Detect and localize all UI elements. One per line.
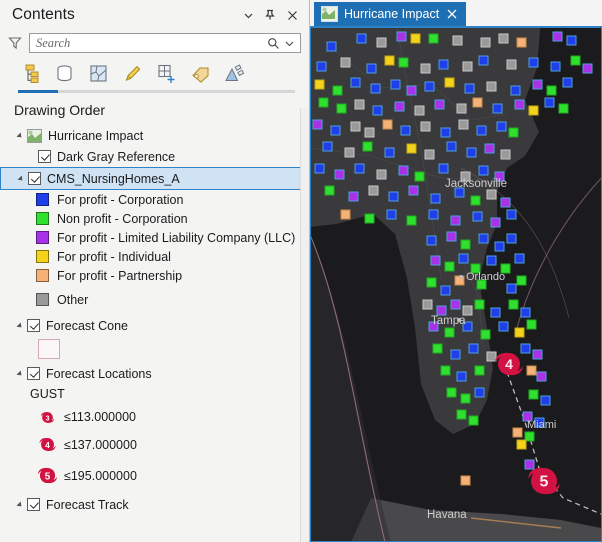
legend-swatch	[36, 293, 49, 306]
city-dot-orlando	[459, 275, 463, 279]
list-by-drawing-order-button[interactable]	[18, 61, 42, 85]
map-node-label: Hurricane Impact	[48, 128, 144, 143]
layer-row-forecast-cone[interactable]: Forecast Cone	[0, 315, 309, 336]
layer-checkbox-forecast-track[interactable]	[27, 498, 40, 511]
city-label-orlando: Orlando	[466, 271, 505, 283]
svg-text:4: 4	[505, 356, 513, 372]
layer-checkbox-forecast-cone[interactable]	[27, 319, 40, 332]
legend-item: Other	[0, 290, 309, 309]
map-thumbnail-icon	[321, 6, 338, 22]
tab-hurricane-impact[interactable]: Hurricane Impact	[314, 2, 467, 26]
panel-title: Contents	[12, 6, 75, 23]
layer-row-dark-gray-reference[interactable]: Dark Gray Reference	[0, 146, 309, 167]
filter-icon[interactable]	[6, 34, 24, 52]
layer-tree: Drawing Order Hurricane Impact Dark Gray…	[0, 93, 309, 542]
contents-toolbar	[0, 56, 309, 90]
hurricane-symbol-3: 3	[30, 408, 64, 427]
class-break-row: 5 ≤195.000000	[0, 459, 309, 492]
map-view-container: Hurricane Impact 4 5 Jacksonville Orland…	[310, 0, 602, 542]
symbology-field-label: GUST	[30, 387, 65, 401]
search-box[interactable]	[29, 33, 301, 53]
map-graphics: 4 5 Jacksonville Orlando Tampa Miami Hav…	[311, 28, 601, 541]
expand-arrow-icon[interactable]	[14, 130, 25, 141]
city-label-tampa: Tampa	[431, 315, 466, 327]
list-by-charts-button[interactable]	[222, 61, 246, 85]
layer-row-cms-nursinghomes[interactable]: CMS_NursingHomes_A	[0, 167, 303, 190]
legend-label: Other	[57, 292, 89, 307]
layer-checkbox-dark-gray-reference[interactable]	[38, 150, 51, 163]
legend-label: For profit - Corporation	[57, 192, 184, 207]
map-thumbnail-icon	[27, 128, 42, 143]
list-by-selection-button[interactable]	[86, 61, 110, 85]
layer-checkbox-cms-nursinghomes[interactable]	[28, 172, 41, 185]
class-break-label: ≤195.000000	[64, 468, 137, 483]
hurricane-symbol-4: 4	[30, 433, 64, 456]
search-icon[interactable]	[265, 35, 281, 51]
legend-item: For profit - Partnership	[0, 266, 309, 285]
hurricane-symbol-5: 5	[30, 462, 64, 489]
layer-label-dark-gray-reference: Dark Gray Reference	[57, 149, 176, 164]
legend-swatch	[36, 269, 49, 282]
legend-label: Non profit - Corporation	[57, 211, 188, 226]
legend-item: For profit - Individual	[0, 247, 309, 266]
expand-arrow-icon[interactable]	[14, 499, 25, 510]
legend-item: Non profit - Corporation	[0, 209, 309, 228]
city-dot-tampa	[457, 318, 461, 322]
tree-node-map[interactable]: Hurricane Impact	[0, 125, 309, 146]
class-break-label: ≤113.000000	[64, 410, 136, 424]
tab-close-icon[interactable]	[445, 7, 459, 21]
city-label-jacksonville: Jacksonville	[445, 178, 507, 190]
menu-chevron-button[interactable]	[237, 4, 259, 26]
drawing-order-title: Drawing Order	[14, 102, 106, 118]
close-button[interactable]	[281, 4, 303, 26]
class-break-row: 4 ≤137.000000	[0, 430, 309, 459]
list-by-editing-button[interactable]	[120, 61, 144, 85]
legend-swatch	[36, 231, 49, 244]
legend-item: For profit - Limited Liability Company (…	[0, 228, 309, 247]
layer-label-forecast-locations: Forecast Locations	[46, 366, 152, 381]
tab-label: Hurricane Impact	[344, 7, 440, 21]
list-by-data-source-button[interactable]	[52, 61, 76, 85]
arcgis-pro-window: Contents Search Drawing Order Hurricane …	[0, 0, 602, 542]
legend-label: For profit - Limited Liability Company (…	[57, 230, 296, 245]
legend-swatch	[36, 212, 49, 225]
layer-label-cms-nursinghomes: CMS_NursingHomes_A	[47, 171, 180, 186]
svg-text:5: 5	[44, 471, 50, 482]
class-break-row: 3 ≤113.000000	[0, 404, 309, 430]
list-by-snapping-button[interactable]	[154, 61, 178, 85]
class-break-label: ≤137.000000	[64, 437, 137, 452]
expand-arrow-icon[interactable]	[14, 320, 25, 331]
map-canvas[interactable]: 4 5 Jacksonville Orlando Tampa Miami Hav…	[310, 26, 602, 542]
legend-item: For profit - Corporation	[0, 190, 309, 209]
city-label-miami: Miami	[527, 419, 556, 431]
layer-checkbox-forecast-locations[interactable]	[27, 367, 40, 380]
map-tab-bar: Hurricane Impact	[310, 0, 602, 26]
city-label-havana: Havana	[427, 509, 467, 521]
panel-scrollbar[interactable]	[300, 108, 309, 542]
search-options-chevron-icon[interactable]	[281, 35, 297, 51]
contents-panel: Contents Search Drawing Order Hurricane …	[0, 0, 310, 542]
legend-swatch	[36, 250, 49, 263]
forecast-cone-polygon-swatch	[38, 339, 60, 359]
layer-label-forecast-track: Forecast Track	[46, 497, 129, 512]
legend-swatch	[36, 193, 49, 206]
list-by-labeling-button[interactable]	[188, 61, 212, 85]
svg-text:3: 3	[45, 415, 49, 422]
expand-arrow-icon[interactable]	[14, 368, 25, 379]
svg-text:5: 5	[540, 474, 549, 491]
pin-button[interactable]	[259, 4, 281, 26]
legend-label: For profit - Partnership	[57, 268, 183, 283]
expand-arrow-icon[interactable]	[15, 173, 26, 184]
contents-panel-header: Contents	[0, 0, 309, 30]
legend-label: For profit - Individual	[57, 249, 171, 264]
layer-row-forecast-track[interactable]: Forecast Track	[0, 494, 309, 515]
layer-row-forecast-locations[interactable]: Forecast Locations	[0, 363, 309, 384]
layer-label-forecast-cone: Forecast Cone	[46, 318, 128, 333]
search-row	[0, 30, 309, 56]
svg-text:4: 4	[45, 440, 50, 450]
search-input[interactable]	[36, 35, 265, 51]
